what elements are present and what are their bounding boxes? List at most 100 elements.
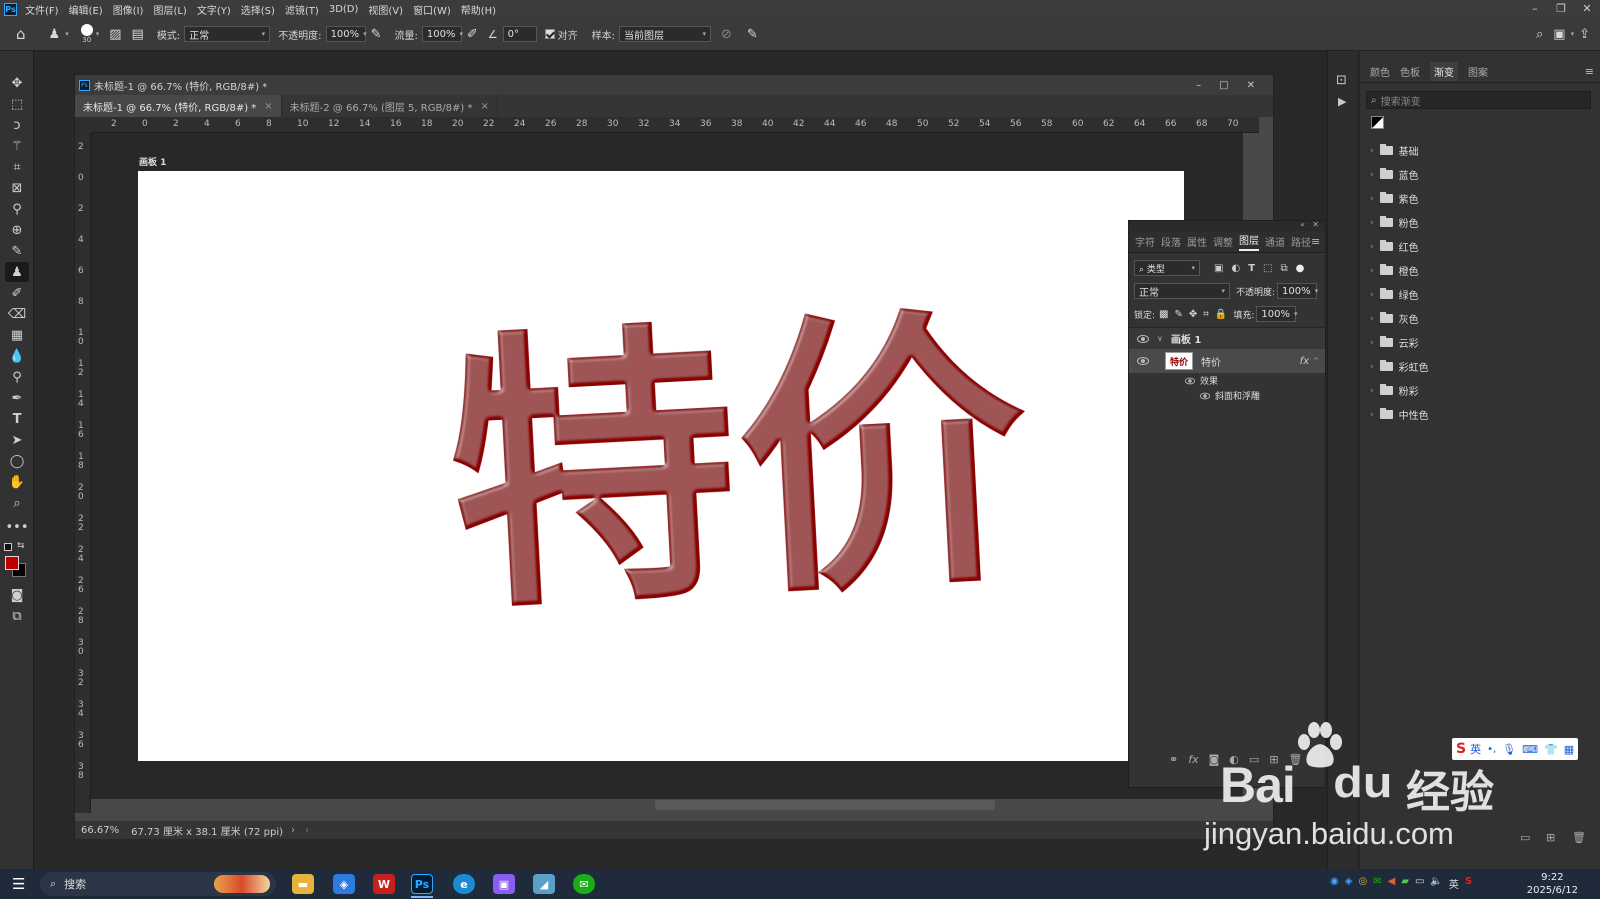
ellipse-tool-icon[interactable]: ◯ xyxy=(5,451,29,471)
tab-color[interactable]: 颜色 xyxy=(1370,64,1390,79)
canvas-text[interactable]: 特价 xyxy=(440,283,1037,650)
gradient-search-input[interactable]: ⌕ 搜索渐变 xyxy=(1366,91,1591,109)
canvas-area[interactable]: 画板 1 特价 xyxy=(91,133,1243,799)
add-mask-icon[interactable]: ◙ xyxy=(1209,753,1220,766)
folder-neutral[interactable]: › 中性色 xyxy=(1370,407,1429,422)
menu-help[interactable]: 帮助(H) xyxy=(461,2,496,17)
visibility-eye-icon[interactable] xyxy=(1137,334,1149,343)
type-filter-icon[interactable]: T xyxy=(1248,263,1255,274)
panel-menu-icon[interactable]: ≡ xyxy=(1585,65,1594,78)
history-brush-tool-icon[interactable]: ✐ xyxy=(5,283,29,303)
lock-position-icon[interactable]: ✥ xyxy=(1189,309,1197,320)
file-explorer-icon[interactable]: ▬ xyxy=(292,874,314,894)
fx-icon[interactable]: fx xyxy=(1300,356,1309,367)
folder-red[interactable]: › 红色 xyxy=(1370,239,1419,254)
delete-gradient-icon[interactable]: 🗑 xyxy=(1572,831,1586,844)
tab-adjustments[interactable]: 调整 xyxy=(1213,234,1233,249)
visibility-eye-icon[interactable] xyxy=(1199,392,1211,399)
fill-input[interactable]: 100% ▾ xyxy=(1256,306,1298,322)
folder-rainbow[interactable]: › 彩虹色 xyxy=(1370,359,1429,374)
menu-filter[interactable]: 滤镜(T) xyxy=(285,2,319,17)
visibility-eye-icon[interactable] xyxy=(1184,377,1196,384)
opacity-input[interactable]: 100% ▾ xyxy=(325,26,367,42)
link-layers-icon[interactable]: ⚭ xyxy=(1169,753,1178,766)
pressure-size-icon[interactable]: ✎ xyxy=(747,27,758,42)
shape-filter-icon[interactable]: ⬚ xyxy=(1263,263,1272,274)
smart-object-filter-icon[interactable]: ⧉ xyxy=(1280,263,1287,274)
vertical-ruler[interactable]: 2 0 2 4 6 8 10 12 14 16 18 20 22 24 26 28 30 32 34 36 38 xyxy=(75,133,91,813)
sample-select[interactable]: 当前图层 ▾ xyxy=(619,26,711,42)
layer-opacity-input[interactable]: 100% ▾ xyxy=(1277,283,1318,299)
notes-icon[interactable]: ◢ xyxy=(533,874,555,894)
flow-input[interactable]: 100% ▾ xyxy=(421,26,463,42)
type-tool-icon[interactable]: T xyxy=(5,409,29,429)
path-selection-tool-icon[interactable]: ➤ xyxy=(5,430,29,450)
edge-icon[interactable]: e xyxy=(453,874,475,894)
history-icon[interactable]: ⊡ xyxy=(1336,73,1347,88)
lasso-tool-icon[interactable]: ↄ xyxy=(5,115,29,135)
quick-mask-icon[interactable]: ◙ xyxy=(5,585,29,605)
airbrush-icon[interactable]: ✐ xyxy=(467,27,478,42)
mode-select[interactable]: 正常 ▾ xyxy=(184,26,271,42)
artboard[interactable]: 特价 xyxy=(138,171,1184,761)
network-icon[interactable]: ▭ xyxy=(1415,876,1424,891)
panel-menu-icon[interactable]: ≡ xyxy=(1311,235,1320,248)
lock-pixels-icon[interactable]: ✎ xyxy=(1175,309,1183,320)
canvas-text-layer[interactable]: 特价 xyxy=(138,171,1184,761)
tab-document-2[interactable]: 未标题-2 @ 66.7% (图层 5, RGB/8#) * × xyxy=(282,95,498,117)
tab-patterns[interactable]: 图案 xyxy=(1468,64,1488,79)
document-size-info[interactable]: 67.73 厘米 x 38.1 厘米 (72 ppi) xyxy=(131,823,283,838)
more-tools-icon[interactable]: ••• xyxy=(5,517,29,537)
tray-app-icon[interactable]: ◀ xyxy=(1388,876,1396,891)
spot-healing-tool-icon[interactable]: ⊕ xyxy=(5,220,29,240)
ime-indicator[interactable]: 英 xyxy=(1449,876,1459,891)
tray-app-icon[interactable]: ◈ xyxy=(1345,876,1353,891)
skin-icon[interactable]: 👕 xyxy=(1544,743,1558,756)
share-icon[interactable]: ⇪ xyxy=(1579,27,1590,42)
pen-tool-icon[interactable]: ✒ xyxy=(5,388,29,408)
menu-layer[interactable]: 图层(L) xyxy=(153,2,186,17)
blend-mode-select[interactable]: 正常 ▾ xyxy=(1134,283,1230,299)
sogou-tray-icon[interactable]: S xyxy=(1465,876,1472,891)
ignore-adjustment-icon[interactable]: ⊘ xyxy=(721,27,732,42)
app-icon[interactable]: ▣ xyxy=(493,874,515,894)
close-icon[interactable]: ✕ xyxy=(1247,80,1255,91)
align-checkbox[interactable] xyxy=(544,29,555,39)
add-style-icon[interactable]: fx xyxy=(1188,753,1198,766)
chevron-down-icon[interactable]: ▾ xyxy=(96,30,100,38)
layer-group-artboard[interactable]: ∨ 画板 1 xyxy=(1129,327,1325,349)
toolbox-icon[interactable]: ▦ xyxy=(1564,743,1574,756)
folder-pastel[interactable]: › 粉彩 xyxy=(1370,383,1419,398)
pixel-filter-icon[interactable]: ▣ xyxy=(1214,263,1223,274)
wps-icon[interactable]: W xyxy=(373,874,395,894)
angle-input[interactable]: 0° xyxy=(502,26,537,42)
zoom-tool-icon[interactable]: ⌕ xyxy=(5,493,29,513)
tray-wechat-icon[interactable]: ✉ xyxy=(1373,876,1381,891)
taskbar-search[interactable]: ⌕ 搜索 xyxy=(40,872,276,896)
tray-app-icon[interactable]: ◉ xyxy=(1330,876,1339,891)
marquee-tool-icon[interactable]: ⬚ xyxy=(5,94,29,114)
horizontal-scrollbar-thumb[interactable] xyxy=(655,800,995,810)
maximize-icon[interactable]: □ xyxy=(1219,80,1228,91)
restore-icon[interactable]: ❐ xyxy=(1548,0,1574,18)
menu-image[interactable]: 图像(I) xyxy=(113,2,144,17)
folder-clouds[interactable]: › 云彩 xyxy=(1370,335,1419,350)
tab-swatches[interactable]: 色板 xyxy=(1400,64,1420,79)
chevron-right-icon[interactable]: › xyxy=(291,825,295,836)
search-icon[interactable]: ⌕ xyxy=(1536,27,1543,42)
menu-type[interactable]: 文字(Y) xyxy=(197,2,231,17)
zoom-level[interactable]: 66.67% xyxy=(81,825,119,836)
swap-colors-icon[interactable]: ⇆ xyxy=(17,541,25,551)
layer-name[interactable]: 特价 xyxy=(1201,354,1221,369)
layer-filter-select[interactable]: ⌕ 类型 ▾ xyxy=(1134,260,1200,276)
screen-mode-icon[interactable]: ⧉ xyxy=(5,606,29,626)
close-tab-icon[interactable]: × xyxy=(481,101,489,112)
actions-play-icon[interactable]: ▶ xyxy=(1338,95,1346,108)
minimize-icon[interactable]: – xyxy=(1196,80,1201,91)
clone-stamp-tool-icon[interactable]: ♟ xyxy=(5,262,29,282)
close-tab-icon[interactable]: × xyxy=(264,101,272,112)
chevron-down-icon[interactable]: ∨ xyxy=(1157,334,1163,343)
new-gradient-icon[interactable]: ⊞ xyxy=(1546,831,1555,844)
tray-nvidia-icon[interactable]: ▰ xyxy=(1401,876,1409,891)
eraser-tool-icon[interactable]: ⌫ xyxy=(5,304,29,324)
